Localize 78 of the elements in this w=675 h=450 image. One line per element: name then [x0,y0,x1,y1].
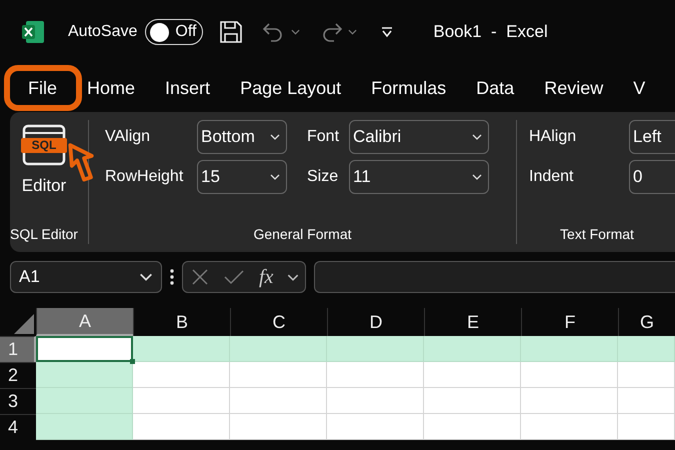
cell[interactable] [424,362,521,388]
group-label: SQL Editor [10,226,78,242]
customize-toolbar-icon[interactable] [381,26,394,38]
cell[interactable] [327,362,424,388]
field-label: Indent [529,168,574,186]
cell[interactable] [230,388,327,414]
cell[interactable] [36,414,133,440]
cell[interactable] [133,336,230,362]
autosave-label: AutoSave [68,23,138,41]
cell[interactable] [230,414,327,440]
ribbon-tab[interactable]: File [14,70,72,106]
group-label: General Format [253,226,352,242]
field-label: HAlign [529,128,578,146]
chevron-icon [287,274,300,280]
ribbon-tab[interactable]: Review [530,70,618,106]
ribbon-tab[interactable]: Formulas [357,70,460,106]
insert-function-button[interactable]: fx [259,266,274,288]
save-icon[interactable] [219,20,244,44]
cell[interactable] [230,336,327,362]
cell[interactable] [36,388,133,414]
cell[interactable] [424,336,521,362]
cell[interactable] [618,414,675,440]
formula-input[interactable] [314,261,675,293]
cell[interactable] [327,388,424,414]
window-title: Book1 - Excel [433,22,548,42]
sql-label: SQL [30,138,58,153]
autosave-toggle[interactable]: Off [145,19,204,45]
cell[interactable] [133,388,230,414]
column-header[interactable]: A [36,308,133,336]
field-label: VAlign [105,128,152,146]
field-label: Size [307,168,340,186]
dropdown[interactable]: 15 [197,160,287,194]
chevron-icon [270,134,280,140]
dropdown[interactable]: Left [629,120,675,154]
cell[interactable] [327,336,424,362]
group-label: Text Format [560,226,634,242]
chevron-icon [472,134,482,140]
dropdown[interactable]: 0 [629,160,675,194]
cell[interactable] [521,388,618,414]
active-cell[interactable] [36,336,133,362]
field-label: RowHeight [105,168,184,186]
cell[interactable] [618,388,675,414]
ribbon-tab[interactable]: Insert [151,70,224,106]
dropdown[interactable]: Bottom [197,120,287,154]
dropdown[interactable]: 11 [349,160,489,194]
chevron-icon [348,29,358,35]
cell[interactable] [36,362,133,388]
cell[interactable] [618,362,675,388]
name-box[interactable]: A1 [10,261,162,293]
chevron-icon [291,29,300,35]
chevron-icon [270,174,280,180]
cell[interactable] [327,414,424,440]
more-options-icon[interactable] [170,269,174,285]
cell[interactable] [424,414,521,440]
cell[interactable] [424,388,521,414]
field-label: Font [307,128,340,146]
select-all-icon[interactable] [14,314,34,334]
sql-window-icon [21,124,67,168]
chevron-icon [139,273,153,281]
ribbon-tab[interactable]: V [619,70,660,106]
check-icon[interactable] [223,268,245,286]
sql-editor-button[interactable]: SQL Editor [11,120,77,226]
dropdown[interactable]: Calibri [349,120,489,154]
row-header[interactable]: 1 [0,336,36,362]
ribbon-tab[interactable]: Home [73,70,150,106]
ribbon-tab[interactable]: Data [462,70,528,106]
excel-logo-icon [20,19,46,45]
chevron-icon [472,174,482,180]
cell[interactable] [521,336,618,362]
cell[interactable] [618,336,675,362]
cell[interactable] [133,362,230,388]
cell[interactable] [521,362,618,388]
pointer-arrow-icon [68,142,94,182]
cell[interactable] [230,362,327,388]
cell[interactable] [133,414,230,440]
cell[interactable] [521,414,618,440]
cancel-icon[interactable] [191,268,209,286]
ribbon-tab[interactable]: Page Layout [226,70,356,106]
